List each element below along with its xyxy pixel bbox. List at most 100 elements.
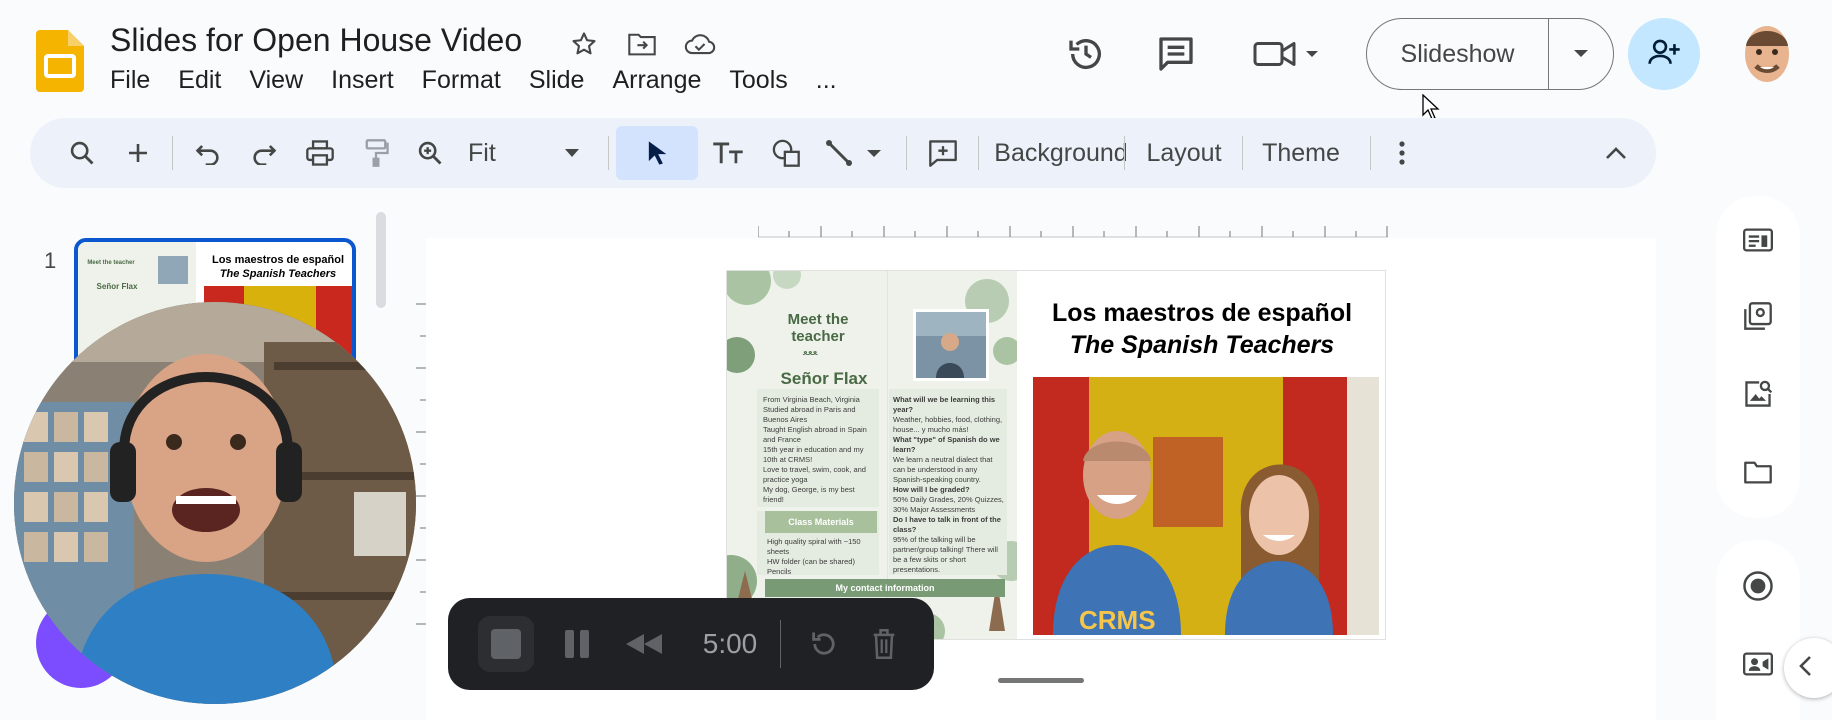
layout-label: Layout [1146, 138, 1222, 167]
menu-file[interactable]: File [110, 66, 150, 95]
slides-logo-icon[interactable] [36, 30, 84, 92]
print-icon[interactable] [298, 118, 342, 188]
filmstrip-scrollbar[interactable] [376, 212, 386, 308]
menu-more[interactable]: ... [816, 66, 837, 95]
folder-icon[interactable] [1736, 450, 1780, 494]
undo-icon[interactable] [188, 118, 228, 188]
theme-button[interactable]: Theme [1252, 118, 1350, 188]
faq-question: What will we be learning this year? [893, 395, 996, 414]
material-item: Pencils [767, 567, 792, 576]
plus-icon[interactable] [118, 118, 158, 188]
select-icon[interactable] [630, 118, 684, 188]
chevron-up-icon[interactable] [1596, 118, 1636, 188]
meet-the-teacher: Meet the teacher [787, 311, 849, 345]
share-button[interactable] [1628, 18, 1700, 90]
bio-item: From Virginia Beach, Virginia [763, 395, 860, 404]
thumb-name: Señor Flax [96, 282, 138, 291]
zoom-value: Fit [468, 138, 496, 167]
mouse-cursor [1422, 94, 1440, 120]
slideshow-label[interactable]: Slideshow [1367, 19, 1549, 89]
teachers-photo: CRMS [1033, 377, 1379, 635]
bio-item: My dog, George, is my best friend! [763, 485, 855, 504]
redo-icon[interactable] [244, 118, 284, 188]
document-title[interactable]: Slides for Open House Video [110, 22, 522, 59]
layout-button[interactable]: Layout [1134, 118, 1234, 188]
comment-icon[interactable] [1152, 30, 1200, 78]
move-folder-icon[interactable] [624, 28, 660, 60]
star-icon[interactable] [566, 28, 602, 60]
bio-item: 15th year in education and my 10th at CR… [763, 445, 864, 464]
search-icon[interactable] [60, 118, 104, 188]
material-item: HW folder (can be shared) [767, 557, 855, 566]
menu-tools[interactable]: Tools [729, 66, 787, 95]
slide-number: 1 [44, 248, 57, 273]
webcam-bubble[interactable] [14, 302, 416, 704]
faq-answer: 95% of the talking will be partner/group… [893, 535, 998, 574]
textbox-icon[interactable] [706, 118, 750, 188]
top-ruler [758, 226, 1388, 238]
stop-button[interactable] [478, 616, 534, 672]
thumb-title-1: Los maestros de español [211, 254, 345, 266]
image-search-icon[interactable] [1736, 372, 1780, 416]
canvas-resize-handle[interactable] [998, 678, 1084, 683]
trash-icon[interactable] [862, 598, 906, 690]
slide-panel-icon[interactable] [1736, 294, 1780, 338]
shape-icon[interactable] [764, 118, 808, 188]
pause-icon[interactable] [554, 598, 600, 690]
cloud-saved-icon[interactable] [682, 28, 718, 60]
chevron-left-icon [1798, 655, 1812, 682]
menu-arrange[interactable]: Arrange [612, 66, 701, 95]
time-remaining: 5:00 [702, 628, 758, 659]
record-icon[interactable] [1736, 564, 1780, 608]
menu-view[interactable]: View [249, 66, 303, 95]
background-label: Background [994, 138, 1128, 167]
menu-edit[interactable]: Edit [178, 66, 221, 95]
recording-time: 5:00 [688, 598, 772, 690]
material-item: High quality spiral with ~150 sheets [767, 537, 861, 556]
faq-question: What "type" of Spanish do we learn? [893, 435, 1000, 454]
bio-item: Taught English abroad in Spain and Franc… [763, 425, 867, 444]
contact-heading: My contact information [765, 579, 1005, 597]
menu-insert[interactable]: Insert [331, 66, 394, 95]
new-slide-icon[interactable] [918, 118, 968, 188]
theme-label: Theme [1262, 138, 1340, 167]
slide-subtitle: The Spanish Teachers [1069, 331, 1335, 359]
faq-question: How will I be graded? [893, 485, 970, 494]
more-vert-icon[interactable] [1384, 118, 1420, 188]
history-icon[interactable] [1062, 30, 1110, 78]
menu-slide[interactable]: Slide [529, 66, 585, 95]
paint-format-icon[interactable] [356, 118, 396, 188]
video-call-icon[interactable] [1248, 30, 1328, 78]
speaker-notes-icon[interactable] [1736, 218, 1780, 262]
faq-answer: We learn a neutral dialect that can be u… [893, 455, 993, 484]
brochure-image: Meet the teacher ﻌﻌﻌ Señor Flax From Vir… [727, 271, 1017, 639]
svg-text:CRMS: CRMS [1079, 605, 1156, 635]
bio-item: Studied abroad in Paris and Buenos Aires [763, 405, 856, 424]
slideshow-button[interactable]: Slideshow [1366, 18, 1614, 90]
avatar[interactable] [1738, 20, 1796, 86]
slide-title: Los maestros de español [1051, 299, 1353, 327]
menu-bar: File Edit View Insert Format Slide Arran… [110, 66, 865, 95]
slideshow-dropdown-icon[interactable] [1549, 49, 1613, 59]
menu-format[interactable]: Format [422, 66, 501, 95]
zoom-icon[interactable] [410, 118, 450, 188]
teacher-name: Señor Flax [780, 369, 868, 388]
line-icon[interactable] [822, 118, 892, 188]
thumb-title-2: The Spanish Teachers [219, 268, 337, 280]
camera-icon[interactable] [1736, 642, 1780, 686]
restart-icon[interactable] [802, 598, 846, 690]
bio-item: Love to travel, swim, cook, and practice… [763, 465, 866, 484]
background-button[interactable]: Background [988, 118, 1134, 188]
stop-icon [491, 629, 521, 659]
meet-divider: ﻌﻌﻌ [803, 347, 818, 358]
faq-question: Do I have to talk in front of the class? [893, 515, 1001, 534]
add-person-icon [1647, 37, 1681, 72]
faq-answer: Weather, hobbies, food, clothing, house.… [893, 415, 1003, 434]
zoom-select[interactable]: Fit [468, 118, 516, 188]
zoom-dropdown-icon[interactable] [560, 118, 584, 188]
faq-answer: 50% Daily Grades, 20% Quizzes, 30% Major… [893, 495, 1004, 514]
teacher-photo [913, 309, 989, 381]
rewind-icon[interactable] [616, 598, 672, 690]
slide[interactable]: Meet the teacher ﻌﻌﻌ Señor Flax From Vir… [726, 270, 1386, 640]
class-materials-heading: Class Materials [765, 511, 877, 533]
